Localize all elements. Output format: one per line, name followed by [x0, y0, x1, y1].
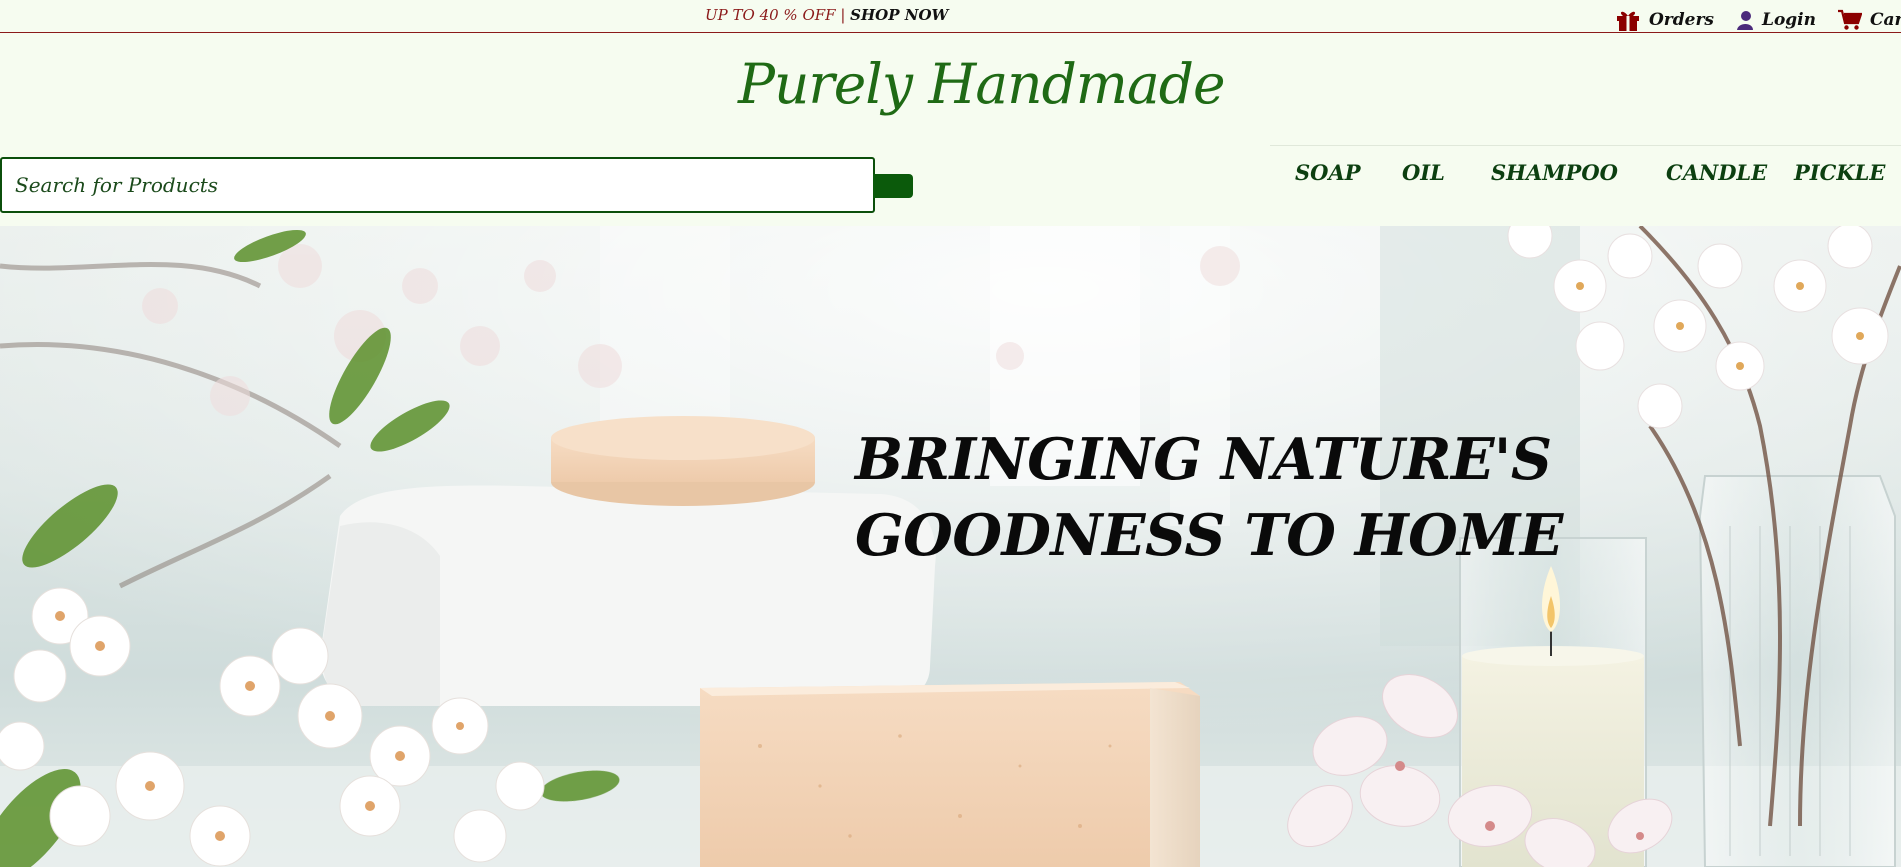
shop-now-link[interactable]: SHOP NOW [850, 6, 948, 24]
announcement-bar: UP TO 40 % OFF | SHOP NOW Orders Login C… [0, 0, 1901, 33]
nav-item-pickle[interactable]: PICKLE [1794, 160, 1885, 185]
nav-item-candle[interactable]: CANDLE [1666, 160, 1767, 185]
hero-headline-line-2: GOODNESS TO HOME [855, 502, 1563, 569]
cart-label: Cart [1870, 10, 1901, 30]
search-button[interactable] [873, 174, 913, 198]
hero-headline-line-1: BRINGING NATURE'S [855, 426, 1552, 493]
promo-text: UP TO 40 % OFF | [705, 6, 851, 24]
user-icon [1737, 11, 1753, 30]
nav-item-soap[interactable]: SOAP [1295, 160, 1361, 185]
cart-icon [1838, 9, 1862, 30]
login-link[interactable]: Login [1736, 10, 1816, 30]
category-nav: SOAP OIL SHAMPOO CANDLE PICKLE [1270, 145, 1901, 201]
account-links: Orders Login Cart [1615, 8, 1901, 32]
brand-logo[interactable]: Purely Handmade [738, 52, 1225, 116]
nav-item-oil[interactable]: OIL [1402, 160, 1445, 185]
nav-item-shampoo[interactable]: SHAMPOO [1491, 160, 1618, 185]
search-input[interactable] [0, 157, 875, 213]
cart-link[interactable]: Cart [1838, 9, 1901, 31]
hero-banner: BRINGING NATURE'S GOODNESS TO HOME [0, 226, 1901, 867]
login-label: Login [1762, 10, 1816, 30]
orders-label: Orders [1649, 10, 1714, 30]
gift-icon [1617, 11, 1639, 31]
orders-link[interactable]: Orders [1615, 8, 1714, 32]
promo-banner: UP TO 40 % OFF | SHOP NOW [705, 6, 948, 24]
hero-headline: BRINGING NATURE'S GOODNESS TO HOME [855, 422, 1575, 574]
